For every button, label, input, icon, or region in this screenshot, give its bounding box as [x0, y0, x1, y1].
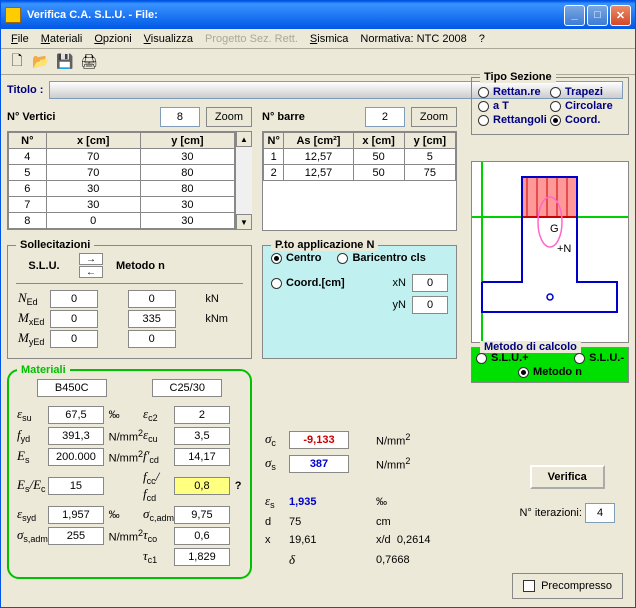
svg-text:G: G	[550, 223, 559, 235]
niter-label: N° iterazioni:	[519, 507, 581, 519]
radio-centro[interactable]: Centro	[271, 252, 321, 264]
eps-s-value: 1,935	[289, 496, 317, 508]
niter-input	[585, 503, 615, 523]
radio-metodon[interactable]: Metodo n	[518, 366, 582, 378]
radio-aT[interactable]: a T	[478, 100, 550, 112]
table-row: 47030	[9, 149, 235, 165]
print-icon[interactable]: 🖨	[79, 52, 99, 72]
fcd-input[interactable]: 14,17	[174, 448, 230, 466]
menu-file[interactable]: File	[5, 31, 35, 47]
radio-slu-minus[interactable]: S.L.U.-	[574, 352, 624, 364]
delta-value: 0,7668	[376, 552, 455, 568]
n-vertici-input[interactable]	[160, 107, 200, 127]
verifica-button[interactable]: Verifica	[530, 465, 605, 489]
esyd-input: 1,957	[48, 506, 104, 524]
titlebar: Verifica C.A. S.L.U. - File: _ □ ✕	[1, 1, 635, 29]
NEd-input[interactable]	[50, 290, 98, 308]
svg-text:+N: +N	[557, 243, 571, 255]
minimize-button[interactable]: _	[564, 5, 585, 26]
tipo-sezione-title: Tipo Sezione	[480, 71, 556, 83]
app-icon	[5, 7, 21, 23]
menu-materiali[interactable]: Materiali	[35, 31, 89, 47]
zoom-barre-button[interactable]: Zoom	[411, 107, 457, 127]
n-barre-label: N° barre	[262, 111, 305, 123]
radio-rettangoli[interactable]: Rettangoli	[478, 114, 550, 126]
ecu-input[interactable]: 3,5	[174, 427, 230, 445]
table-row: 63080	[9, 181, 235, 197]
vertici-scrollbar[interactable]: ▲ ▼	[236, 131, 252, 230]
pto-title: P.to applicazione N	[271, 239, 378, 251]
menu-sismica[interactable]: Sismica	[304, 31, 355, 47]
sigma-s-value: 387	[289, 455, 349, 473]
scroll-up-icon[interactable]: ▲	[236, 131, 252, 147]
kN-N-input[interactable]	[128, 290, 176, 308]
n-barre-input[interactable]	[365, 107, 405, 127]
sigma-c-value: -9,133	[289, 431, 349, 449]
metodo-calcolo-title: Metodo di calcolo	[480, 341, 581, 353]
zoom-vertici-button[interactable]: Zoom	[206, 107, 252, 127]
esu-input[interactable]: 67,5	[48, 406, 104, 424]
slu-label: S.L.U.	[16, 260, 72, 272]
save-icon[interactable]: 💾	[55, 52, 75, 72]
table-row: 112,57505	[264, 149, 456, 165]
help-icon[interactable]: ?	[235, 480, 242, 492]
table-row: 57080	[9, 165, 235, 181]
section-canvas: +N G	[471, 161, 629, 343]
menubar: File Materiali Opzioni Visualizza Proget…	[1, 29, 635, 49]
radio-baricentro[interactable]: Baricentro cls	[337, 252, 425, 264]
menu-help[interactable]: ?	[473, 31, 491, 47]
menu-visualizza[interactable]: Visualizza	[138, 31, 199, 47]
open-icon[interactable]: 📂	[31, 52, 51, 72]
d-value: 75	[289, 516, 376, 528]
table-row: 212,575075	[264, 165, 456, 181]
yN-input[interactable]	[412, 296, 448, 314]
metodon-label: Metodo n	[116, 260, 165, 272]
scroll-down-icon[interactable]: ▼	[236, 214, 252, 230]
xN-input[interactable]	[412, 274, 448, 292]
radio-circolare[interactable]: Circolare	[550, 100, 622, 112]
fyd-input[interactable]: 391,3	[48, 427, 104, 445]
window-title: Verifica C.A. S.L.U. - File:	[27, 9, 564, 21]
new-icon[interactable]: 🗋	[7, 52, 27, 72]
MxEd-input[interactable]	[50, 310, 98, 328]
MyEd-input[interactable]	[50, 330, 98, 348]
arrow-left-button[interactable]: ←	[79, 266, 103, 278]
titolo-label: Titolo :	[7, 84, 43, 96]
tc1-input: 1,829	[174, 548, 230, 566]
radio-slu-plus[interactable]: S.L.U.+	[476, 352, 529, 364]
x-value: 19,61	[289, 534, 376, 546]
EsEc-input[interactable]: 15	[48, 477, 104, 495]
precompresso-checkbox[interactable]: Precompresso	[523, 580, 612, 592]
kNm-My-input[interactable]	[128, 330, 176, 348]
vertici-table: N°x [cm]y [cm] 47030 57080 63080 73030 8…	[8, 132, 235, 229]
kNm-M-input[interactable]	[128, 310, 176, 328]
menu-progetto: Progetto Sez. Rett.	[199, 31, 304, 47]
maximize-button[interactable]: □	[587, 5, 608, 26]
ssadm-input: 255	[48, 527, 104, 545]
close-button[interactable]: ✕	[610, 5, 631, 26]
radio-coord[interactable]: Coord.[cm]	[271, 277, 345, 289]
tipo-sezione-box: Tipo Sezione Rettan.re Trapezi a T Circo…	[471, 77, 629, 135]
menu-normativa[interactable]: Normativa: NTC 2008	[354, 31, 472, 47]
metodo-calcolo-box: Metodo di calcolo S.L.U.+ S.L.U.- Metodo…	[471, 347, 629, 383]
arrow-right-button[interactable]: →	[79, 253, 103, 265]
conc-box[interactable]: C25/30	[152, 379, 222, 397]
n-vertici-label: N° Vertici	[7, 111, 55, 123]
fccfcd-input[interactable]: 0,8	[174, 477, 230, 495]
table-row: 8030	[9, 213, 235, 229]
ec2-input[interactable]: 2	[174, 406, 230, 424]
xd-value: 0,2614	[397, 534, 431, 546]
tco-input: 0,6	[174, 527, 230, 545]
barre-table: N°As [cm²]x [cm]y [cm] 112,57505 212,575…	[263, 132, 456, 181]
radio-trapezi[interactable]: Trapezi	[550, 86, 622, 98]
menu-opzioni[interactable]: Opzioni	[88, 31, 137, 47]
radio-rettanre[interactable]: Rettan.re	[478, 86, 550, 98]
materiali-title: Materiali	[17, 364, 70, 376]
radio-coord[interactable]: Coord.	[550, 114, 622, 126]
steel-box[interactable]: B450C	[37, 379, 107, 397]
scadm-input: 9,75	[174, 506, 230, 524]
Es-input[interactable]: 200.000	[48, 448, 104, 466]
sollecitazioni-title: Sollecitazioni	[16, 239, 94, 251]
table-row: 73030	[9, 197, 235, 213]
